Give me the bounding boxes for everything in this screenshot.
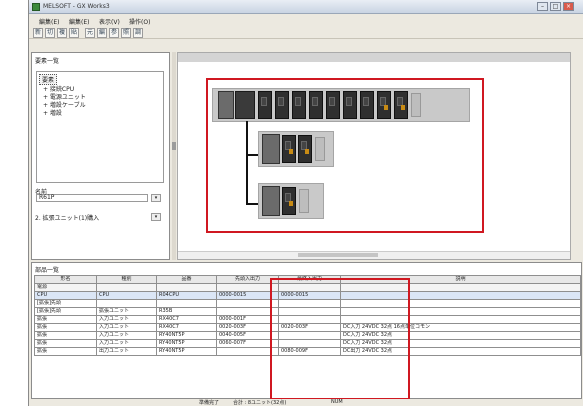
table-cell — [156, 283, 217, 292]
column-header[interactable]: 種別 — [96, 275, 157, 284]
table-cell: 入力ユニット — [96, 323, 157, 332]
table-cell: 電源 — [34, 283, 97, 292]
table-cell: [拡張]先頭 — [34, 307, 97, 316]
table-cell: RX40C7 — [156, 315, 217, 324]
edit-icon[interactable]: 編 — [97, 28, 107, 38]
add-slot-connector[interactable] — [411, 93, 421, 117]
configuration-canvas[interactable] — [177, 52, 571, 260]
table-cell: 入力ユニット — [96, 339, 157, 348]
table-cell: RY40NT5P — [156, 347, 217, 356]
settings-icon[interactable]: 調 — [133, 28, 143, 38]
io-module[interactable] — [377, 91, 391, 119]
parts-list-title: 部品一覧 — [35, 267, 60, 274]
cpu-module[interactable] — [235, 91, 255, 119]
menu-item-2[interactable]: 編集(E) — [69, 17, 89, 26]
panel-splitter[interactable] — [172, 52, 176, 260]
window-title: MELSOFT - GX Works3 — [43, 3, 110, 10]
io-module[interactable] — [343, 91, 357, 119]
canvas-header — [178, 53, 570, 62]
table-cell: 拡張 — [34, 331, 97, 340]
toolbar: 新 切 複 貼 元 編 参 照 調 — [29, 27, 583, 39]
column-header[interactable]: 形名 — [34, 275, 97, 284]
io-module[interactable] — [282, 135, 296, 163]
io-module[interactable] — [292, 91, 306, 119]
status-num: NUM — [331, 399, 343, 405]
table-cell: [拡張]先頭 — [34, 299, 97, 308]
io-module[interactable] — [282, 187, 296, 215]
status-bar: 準備完了 合計 : 8ユニット(32点) NUM — [31, 399, 582, 406]
highlight-box — [270, 278, 410, 400]
copy-icon[interactable]: 複 — [57, 28, 67, 38]
power-supply-module[interactable] — [218, 91, 234, 119]
menu-bar: 編集(E) 編集(E) 表示(V) 操作(O) — [29, 15, 583, 26]
power-supply-module[interactable] — [262, 186, 280, 216]
table-cell — [96, 283, 157, 292]
status-summary: 合計 : 8ユニット(32点) — [233, 400, 287, 406]
app-icon — [32, 3, 40, 11]
io-module[interactable] — [298, 135, 312, 163]
table-cell: RX40C7 — [156, 323, 217, 332]
io-module[interactable] — [258, 91, 272, 119]
maximize-button[interactable]: □ — [550, 2, 561, 11]
column-header[interactable]: 品番 — [156, 275, 217, 284]
io-module[interactable] — [394, 91, 408, 119]
tree-item[interactable]: + 増設 — [43, 108, 62, 117]
table-cell: RY40NT5P — [156, 339, 217, 348]
scrollbar-thumb[interactable] — [298, 253, 378, 257]
status-text: 準備完了 — [199, 400, 220, 406]
table-cell: R04CPU — [156, 291, 217, 300]
view-icon[interactable]: 参 — [109, 28, 119, 38]
table-cell: RY40NT5P — [156, 331, 217, 340]
table-cell: 拡張 — [34, 347, 97, 356]
table-cell: CPU — [96, 291, 157, 300]
app-window: MELSOFT - GX Works3 – □ × 編集(E) 編集(E) 表示… — [28, 0, 583, 406]
chevron-down-icon[interactable]: ▾ — [151, 213, 161, 221]
table-cell: 拡張 — [34, 339, 97, 348]
panel-title: 要素一覧 — [35, 58, 60, 65]
property-field[interactable]: R61P — [36, 194, 148, 202]
description-text: 2. 拡張ユニット(1)購入 — [35, 215, 100, 222]
io-module[interactable] — [360, 91, 374, 119]
new-icon[interactable]: 新 — [33, 28, 43, 38]
extension-cable — [246, 121, 248, 205]
close-button[interactable]: × — [563, 2, 574, 11]
add-slot-connector[interactable] — [315, 137, 325, 161]
zoom-icon[interactable]: 照 — [121, 28, 131, 38]
io-module[interactable] — [309, 91, 323, 119]
element-tree: 要素 + 接続CPU + 電源ユニット + 増設ケーブル + 増設 — [36, 71, 164, 183]
table-cell: 拡張 — [34, 323, 97, 332]
table-cell: CPU — [34, 291, 97, 300]
splitter-grip-icon[interactable] — [172, 142, 176, 150]
menu-item-4[interactable]: 操作(O) — [129, 17, 150, 26]
io-module[interactable] — [275, 91, 289, 119]
menu-item-3[interactable]: 表示(V) — [99, 17, 120, 26]
power-supply-module[interactable] — [262, 134, 280, 164]
table-cell: 入力ユニット — [96, 331, 157, 340]
paste-icon[interactable]: 貼 — [69, 28, 79, 38]
minimize-button[interactable]: – — [537, 2, 548, 11]
table-cell: 拡張 — [34, 315, 97, 324]
table-cell — [96, 299, 157, 308]
table-cell: 入力ユニット — [96, 315, 157, 324]
table-cell — [156, 299, 217, 308]
title-bar: MELSOFT - GX Works3 – □ × — [29, 0, 583, 14]
table-cell: R35B — [156, 307, 217, 316]
undo-icon[interactable]: 元 — [85, 28, 95, 38]
add-slot-connector[interactable] — [299, 189, 309, 213]
chevron-down-icon[interactable]: ▾ — [151, 194, 161, 202]
table-cell: 拡張ユニット — [96, 307, 157, 316]
table-cell: 出力ユニット — [96, 347, 157, 356]
element-list-panel: 要素一覧 要素 + 接続CPU + 電源ユニット + 増設ケーブル + 増設 名… — [31, 52, 170, 260]
menu-item-1[interactable]: 編集(E) — [39, 17, 59, 26]
io-module[interactable] — [326, 91, 340, 119]
cut-icon[interactable]: 切 — [45, 28, 55, 38]
